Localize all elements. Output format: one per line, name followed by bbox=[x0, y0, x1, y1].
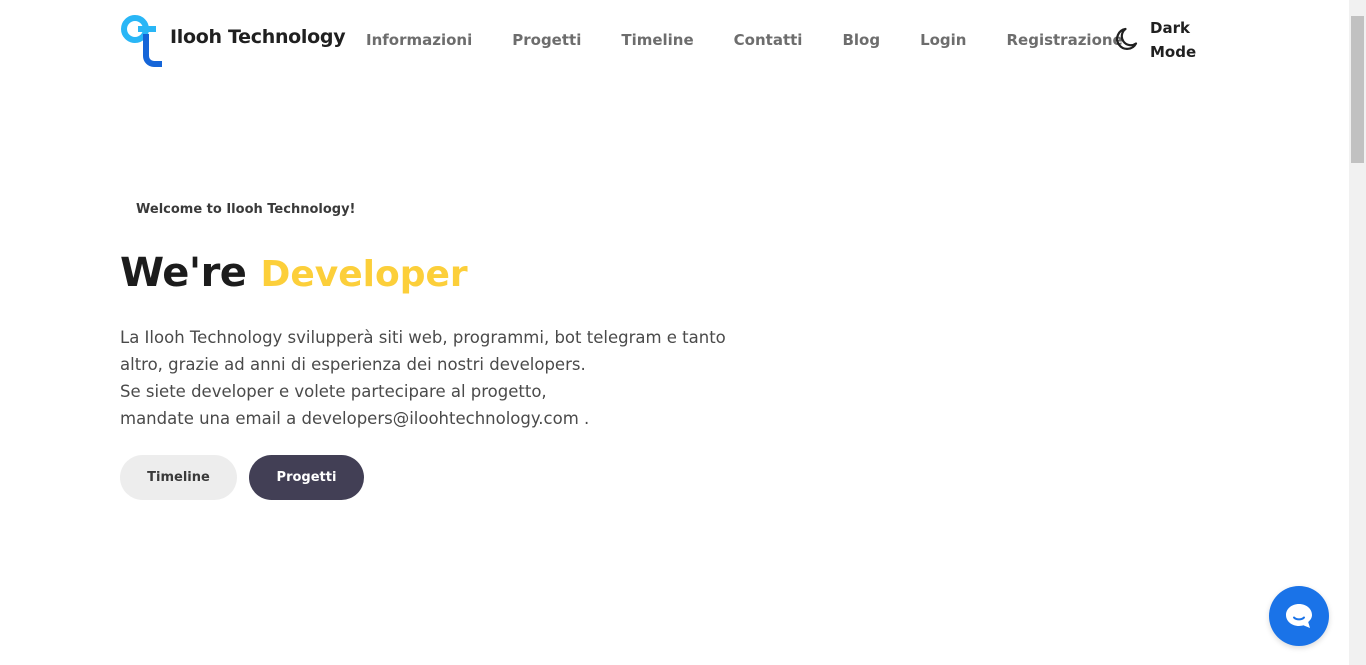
moon-icon bbox=[1116, 27, 1138, 50]
description-line: La Ilooh Technology svilupperà siti web,… bbox=[120, 328, 726, 347]
chat-widget-button[interactable] bbox=[1269, 586, 1329, 646]
welcome-text: Welcome to Ilooh Technology! bbox=[136, 202, 356, 217]
nav-item-progetti[interactable]: Progetti bbox=[512, 30, 581, 50]
nav-item-informazioni[interactable]: Informazioni bbox=[366, 30, 472, 50]
main-nav: Informazioni Progetti Timeline Contatti … bbox=[366, 30, 1163, 50]
brand-logo[interactable]: Ilooh Technology bbox=[120, 12, 346, 68]
nav-item-blog[interactable]: Blog bbox=[842, 30, 880, 50]
hero-description: La Ilooh Technology svilupperà siti web,… bbox=[120, 324, 740, 432]
nav-item-timeline[interactable]: Timeline bbox=[621, 30, 693, 50]
page: Ilooh Technology Informazioni Progetti T… bbox=[0, 0, 1366, 665]
brand-name: Ilooh Technology bbox=[170, 26, 346, 48]
dark-mode-toggle[interactable]: Dark Mode bbox=[1115, 16, 1200, 64]
page-scrollbar[interactable] bbox=[1349, 0, 1366, 665]
headline-static: We're bbox=[120, 250, 247, 296]
nav-item-contatti[interactable]: Contatti bbox=[734, 30, 803, 50]
timeline-button[interactable]: Timeline bbox=[120, 455, 237, 500]
chat-bubble-icon bbox=[1286, 604, 1312, 628]
nav-item-registrazione[interactable]: Registrazione bbox=[1006, 30, 1122, 50]
dark-mode-label-line1: Dark bbox=[1150, 19, 1190, 37]
nav-item-login[interactable]: Login bbox=[920, 30, 966, 50]
progetti-button[interactable]: Progetti bbox=[249, 455, 364, 500]
dark-mode-label-line2: Mode bbox=[1150, 43, 1197, 61]
description-line: Se siete developer e volete partecipare … bbox=[120, 382, 547, 401]
hero-headline: We're Developer bbox=[120, 250, 468, 296]
description-line: mandate una email a developers@iloohtech… bbox=[120, 409, 590, 428]
description-line: altro, grazie ad anni di esperienza dei … bbox=[120, 355, 586, 374]
headline-accent: Developer bbox=[260, 254, 468, 295]
logo-mark-icon bbox=[121, 15, 162, 67]
dark-mode-label: Dark Mode bbox=[1150, 16, 1200, 64]
scrollbar-thumb[interactable] bbox=[1351, 16, 1364, 163]
